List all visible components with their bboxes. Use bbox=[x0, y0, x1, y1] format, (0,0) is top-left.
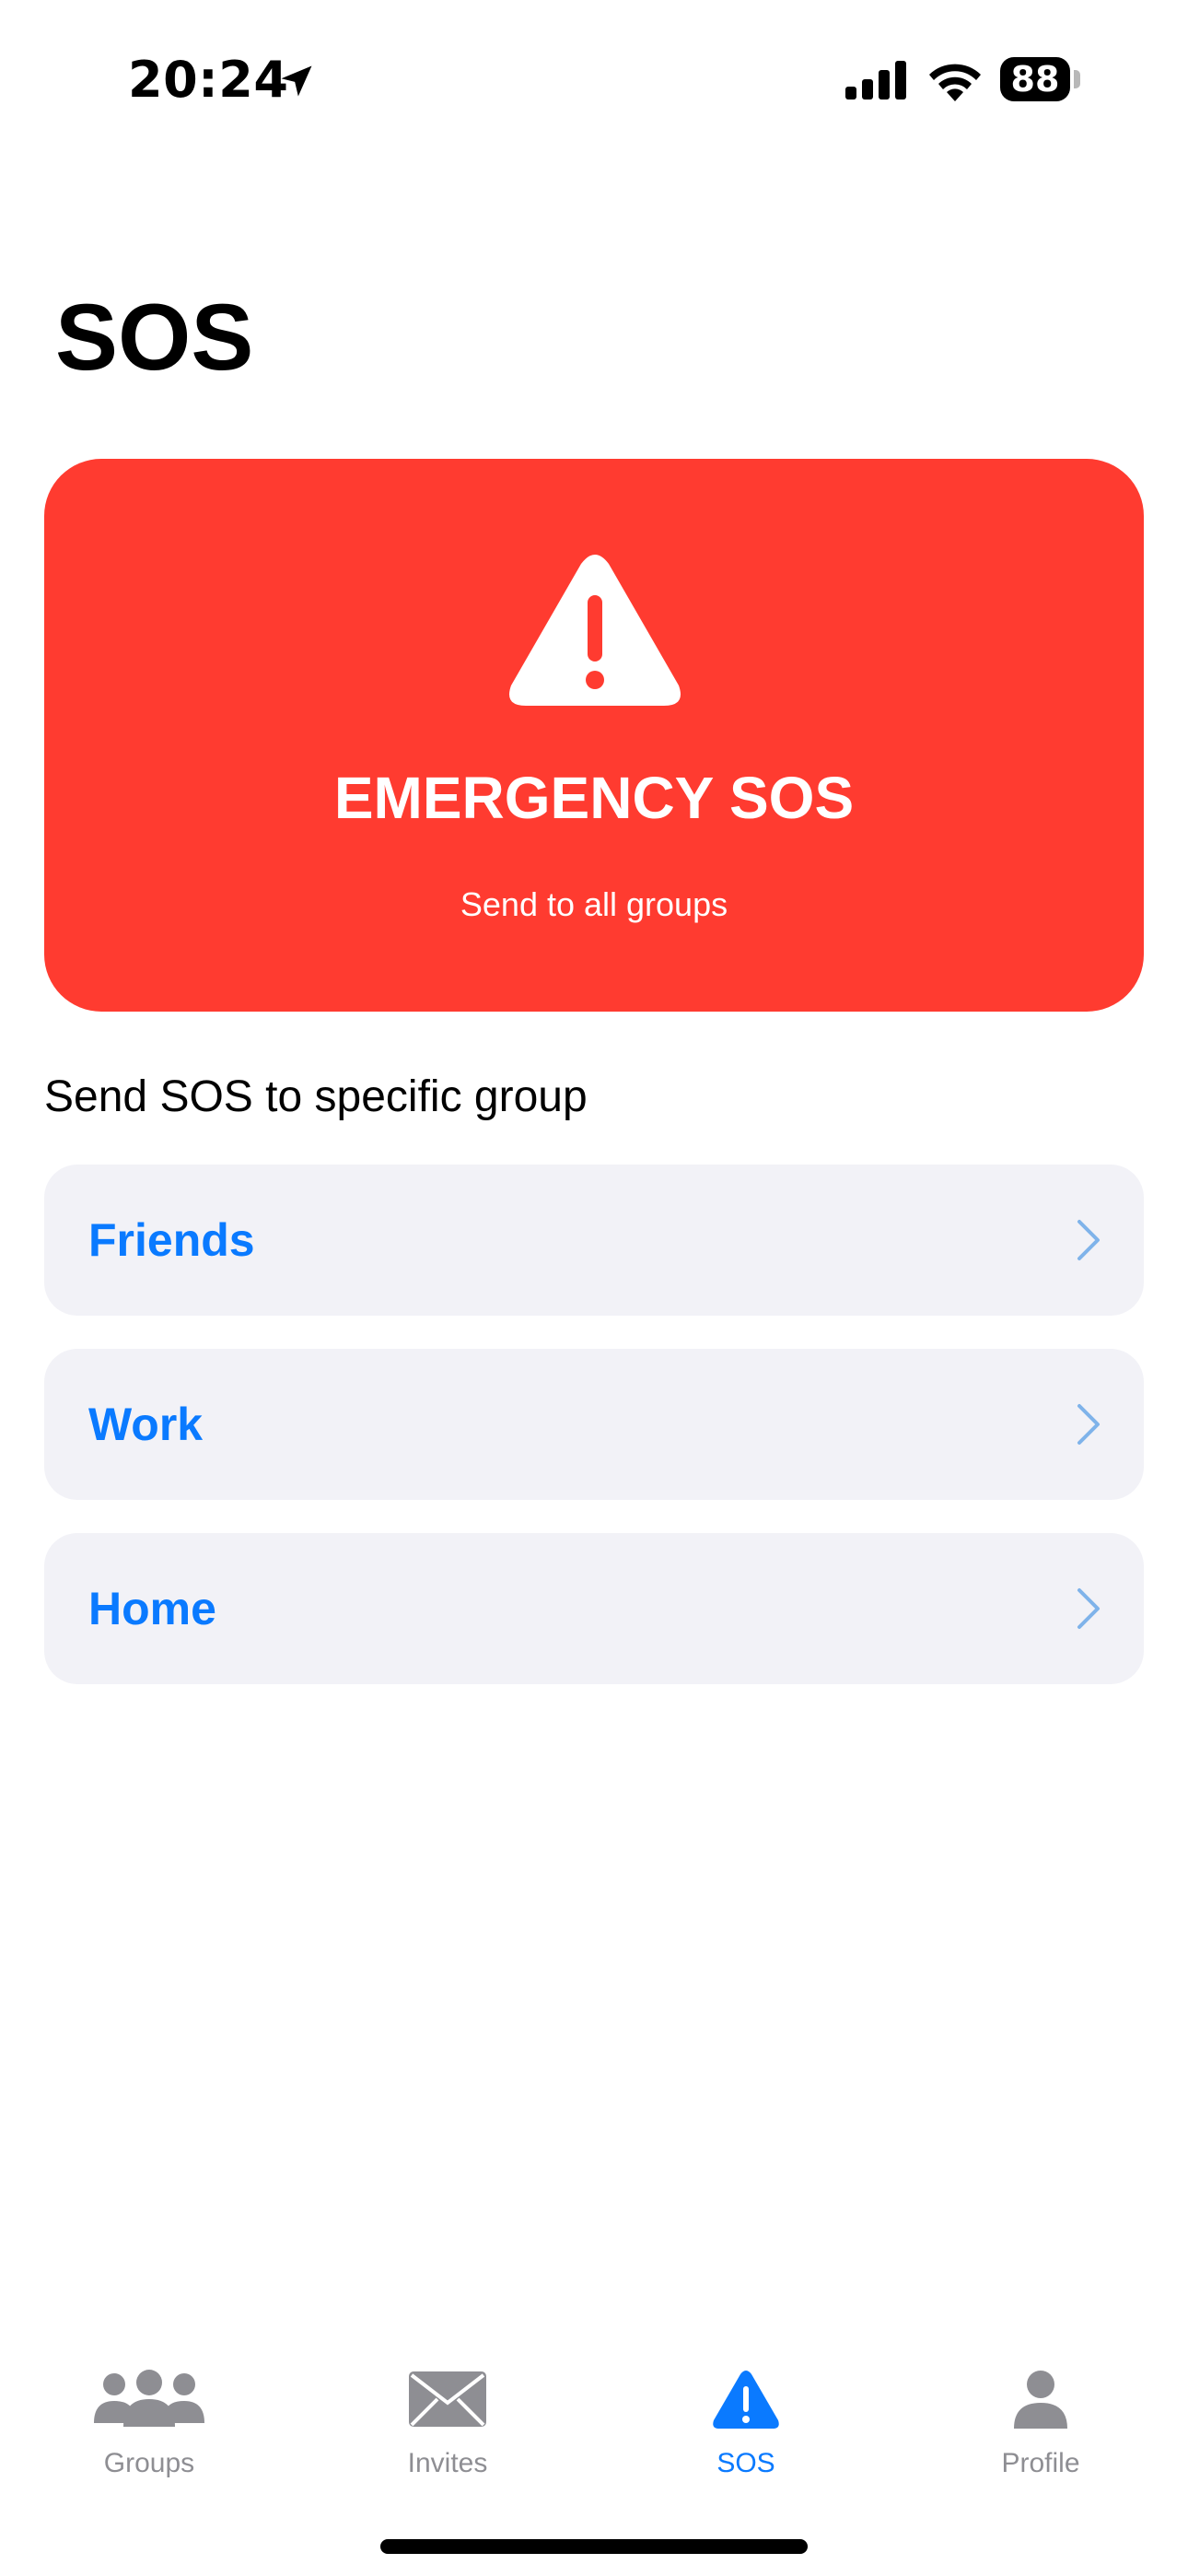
tab-invites[interactable]: Invites bbox=[355, 2359, 540, 2488]
tab-label: Invites bbox=[407, 2448, 488, 2478]
group-row-home[interactable]: Home bbox=[44, 1533, 1144, 1684]
battery-tip bbox=[1074, 70, 1080, 88]
group-label: Friends bbox=[88, 1214, 255, 1266]
chevron-right-icon bbox=[1077, 1588, 1100, 1629]
emergency-sos-title: EMERGENCY SOS bbox=[333, 765, 855, 831]
group-label: Work bbox=[88, 1399, 204, 1450]
home-indicator[interactable] bbox=[380, 2539, 808, 2554]
emergency-sos-subtitle: Send to all groups bbox=[460, 885, 728, 923]
group-row-friends[interactable]: Friends bbox=[44, 1165, 1144, 1316]
status-time: 20:24 bbox=[128, 51, 289, 109]
tab-profile[interactable]: Profile bbox=[949, 2359, 1133, 2488]
tab-label: Groups bbox=[103, 2448, 195, 2478]
people-icon bbox=[94, 2370, 204, 2427]
emergency-sos-button[interactable] bbox=[44, 459, 1144, 1012]
tab-label: SOS bbox=[716, 2448, 775, 2478]
battery-level: 88 bbox=[1010, 59, 1060, 100]
person-icon bbox=[1014, 2371, 1067, 2429]
wifi-icon bbox=[929, 64, 981, 101]
tab-sos[interactable]: SOS bbox=[654, 2359, 838, 2488]
envelope-icon bbox=[409, 2371, 486, 2427]
tab-label: Profile bbox=[1001, 2448, 1080, 2478]
battery-icon: 88 bbox=[1000, 57, 1070, 101]
chevron-right-icon bbox=[1077, 1404, 1100, 1445]
group-label: Home bbox=[88, 1583, 216, 1634]
cellular-signal-icon bbox=[845, 61, 906, 100]
section-heading: Send SOS to specific group bbox=[44, 1072, 588, 1121]
location-arrow-icon bbox=[281, 65, 312, 97]
warning-triangle-icon bbox=[509, 555, 681, 706]
page-title: SOS bbox=[55, 285, 254, 390]
tab-groups[interactable]: Groups bbox=[57, 2359, 241, 2488]
warning-triangle-icon bbox=[713, 2371, 779, 2429]
group-row-work[interactable]: Work bbox=[44, 1349, 1144, 1500]
chevron-right-icon bbox=[1077, 1220, 1100, 1260]
